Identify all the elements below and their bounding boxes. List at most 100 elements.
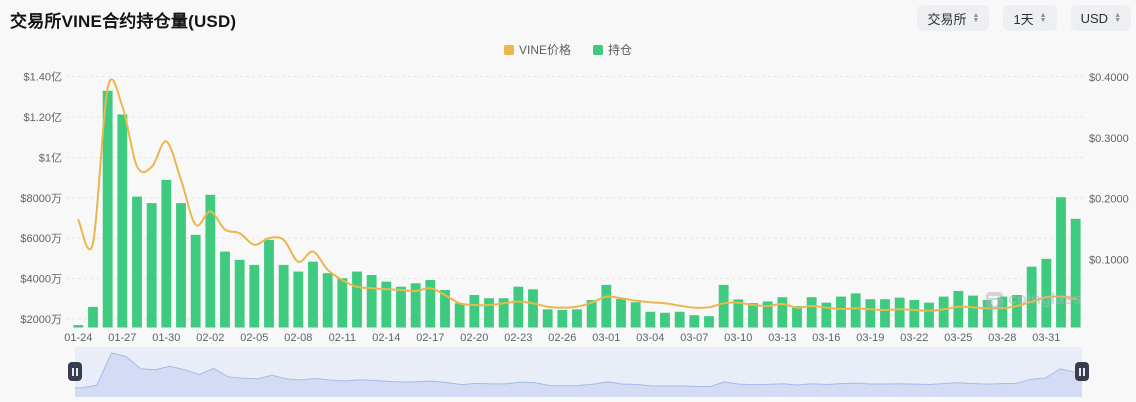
oi-bar	[293, 272, 303, 328]
oi-bar	[264, 240, 274, 328]
oi-bar	[235, 260, 245, 328]
x-axis-label: 03-16	[812, 332, 840, 344]
oi-bar	[73, 325, 83, 327]
oi-bar	[469, 295, 479, 328]
y-axis-label-left: $6000万	[20, 233, 62, 245]
y-axis-label-left: $1.40亿	[23, 71, 62, 84]
oi-bar	[939, 297, 949, 328]
oi-bar	[543, 309, 553, 327]
oi-bar	[337, 278, 347, 327]
x-axis-labels: 01-24 01-27 01-30 02-02 02-05 02-08 02-11 02-14…	[64, 332, 1060, 344]
oi-bar	[1027, 267, 1037, 328]
oi-bar	[719, 285, 729, 328]
oi-bar	[675, 312, 685, 328]
y-axis-label-right: $0.4000	[1089, 72, 1129, 84]
oi-bar	[748, 303, 758, 327]
oi-bar	[836, 297, 846, 328]
oi-bar	[1041, 259, 1051, 328]
oi-bar	[279, 265, 289, 328]
oi-bar	[367, 275, 377, 328]
y-axis-label-left: $1.20亿	[23, 111, 62, 124]
oi-bar	[953, 291, 963, 328]
x-axis-label: 03-28	[988, 332, 1016, 344]
oi-bar	[132, 197, 142, 328]
oi-bar	[396, 287, 406, 328]
oi-bar	[249, 265, 259, 328]
x-axis-label: 03-31	[1032, 332, 1060, 344]
x-axis-label: 01-30	[152, 332, 180, 344]
x-axis-label: 02-08	[284, 332, 312, 344]
y-axis-label-left: $2000万	[20, 314, 62, 326]
oi-bar	[147, 203, 157, 327]
oi-bar	[645, 312, 655, 328]
x-axis-label: 02-02	[196, 332, 224, 344]
oi-bar	[455, 303, 465, 327]
oi-bar	[865, 299, 875, 327]
x-axis-label: 03-07	[680, 332, 708, 344]
navigator-handle-right[interactable]	[1075, 362, 1089, 381]
x-axis-label: 03-01	[592, 332, 620, 344]
y-axis-label-right: $0.3000	[1089, 133, 1129, 145]
oi-bar	[484, 298, 494, 327]
y-axis-label-left: $4000万	[20, 274, 62, 286]
x-axis-label: 03-22	[900, 332, 928, 344]
oi-bar	[997, 297, 1007, 328]
oi-bar	[807, 297, 817, 327]
oi-bar	[851, 293, 861, 327]
oi-bar	[983, 300, 993, 327]
x-axis-label: 03-19	[856, 332, 884, 344]
oi-bar	[161, 180, 171, 328]
x-axis-label: 03-25	[944, 332, 972, 344]
y-axis-label-right: $0.2000	[1089, 194, 1129, 206]
x-axis-label: 03-13	[768, 332, 796, 344]
oi-bar	[572, 309, 582, 327]
oi-bar	[528, 289, 538, 327]
oi-chart-panel: { "title": "交易所VINE合约持仓量(USD)", "control…	[0, 0, 1136, 402]
oi-bar	[895, 298, 905, 328]
oi-bar	[660, 313, 670, 328]
x-axis-label: 02-05	[240, 332, 268, 344]
x-axis-label: 02-23	[504, 332, 532, 344]
oi-bar	[1056, 197, 1066, 327]
oi-bar	[601, 285, 611, 328]
oi-bar	[176, 203, 186, 327]
oi-bars[interactable]	[73, 91, 1080, 328]
x-axis-label: 02-26	[548, 332, 576, 344]
x-axis-label: 03-10	[724, 332, 752, 344]
oi-bar	[631, 302, 641, 327]
main-chart[interactable]: $2000万 $4000万 $6000万 $8000万 $1亿 $1.20亿 $1.40亿 $…	[0, 0, 1136, 402]
x-axis-label: 02-20	[460, 332, 488, 344]
oi-bar	[689, 315, 699, 327]
oi-bar	[968, 296, 978, 328]
oi-bar	[557, 310, 567, 328]
x-axis-label: 02-11	[329, 332, 356, 344]
oi-bar	[909, 300, 919, 327]
y-axis-label-left: $1亿	[39, 151, 62, 164]
oi-bar	[220, 252, 230, 328]
x-axis-label: 02-17	[416, 332, 444, 344]
oi-bar	[88, 307, 98, 328]
oi-bar	[425, 280, 435, 327]
oi-bar	[117, 114, 127, 327]
navigator-handle-left[interactable]	[68, 362, 82, 381]
oi-bar	[704, 316, 714, 327]
oi-bar	[924, 303, 934, 328]
oi-bar	[1071, 219, 1081, 328]
oi-bar	[880, 299, 890, 327]
x-axis-label: 03-04	[636, 332, 664, 344]
oi-bar	[308, 262, 318, 328]
oi-bar	[777, 297, 787, 327]
x-axis-label: 02-14	[372, 332, 400, 344]
x-axis-label: 01-24	[64, 332, 92, 344]
oi-bar	[1012, 295, 1022, 328]
y-axis-label-left: $8000万	[20, 193, 62, 205]
oi-bar	[352, 272, 362, 328]
oi-bar	[191, 235, 201, 328]
y-axis-label-right: $0.1000	[1089, 254, 1129, 266]
oi-bar	[323, 273, 333, 327]
navigator[interactable]	[75, 347, 1082, 397]
oi-bar	[792, 306, 802, 327]
oi-bar	[513, 287, 523, 328]
oi-bar	[616, 299, 626, 327]
x-axis-label: 01-27	[108, 332, 136, 344]
